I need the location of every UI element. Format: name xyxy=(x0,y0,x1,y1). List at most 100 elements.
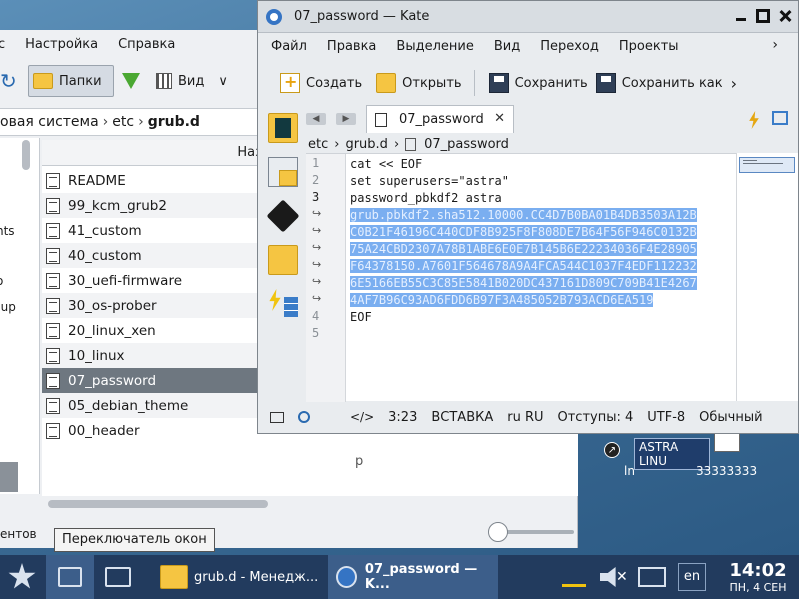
view-label: Вид xyxy=(178,73,205,89)
window-switcher-button[interactable] xyxy=(46,555,94,599)
forward-icon[interactable]: ▶ xyxy=(336,113,356,125)
tab-close-icon[interactable]: ✕ xyxy=(494,111,505,126)
code-line-selected: grub.pbkdf2.sha512.10000.CC4D7B0BA01B4DB… xyxy=(350,208,697,222)
desktop-icon-document[interactable]: 33333333 xyxy=(696,428,766,488)
breadcrumb-etc[interactable]: etc xyxy=(308,137,328,152)
search-icon[interactable] xyxy=(298,411,310,423)
breadcrumb-grubd[interactable]: grub.d xyxy=(345,137,387,152)
task-kate[interactable]: 07_password — K... xyxy=(328,555,498,599)
split-view-icon[interactable] xyxy=(772,111,788,125)
places-selected-item[interactable] xyxy=(0,462,18,492)
path-segment-etc[interactable]: etc xyxy=(112,114,134,130)
terminal-icon[interactable] xyxy=(270,411,284,423)
show-desktop-button[interactable] xyxy=(98,555,138,599)
line-number: 3 xyxy=(312,190,320,204)
breadcrumb-separator-icon: › xyxy=(393,136,400,152)
close-button[interactable] xyxy=(778,9,792,23)
quick-open-icon[interactable] xyxy=(749,111,759,129)
text-file-icon xyxy=(46,422,60,439)
text-editor[interactable]: 1 2 3 ↪ ↪ ↪ ↪ ↪ ↪ 4 5 cat << EOF set superusers="a… xyxy=(306,153,736,402)
places-item-cut[interactable]: o xyxy=(0,274,3,288)
code-line-selected: 4AF7B96C93AD6FDD6B97F3A485052B793ACD6EA5… xyxy=(350,293,654,307)
git-icon[interactable] xyxy=(266,199,300,233)
line-number-gutter[interactable]: 1 2 3 ↪ ↪ ↪ ↪ ↪ ↪ 4 5 xyxy=(306,154,346,402)
encoding[interactable]: UTF-8 xyxy=(647,410,685,425)
code-line: cat << EOF xyxy=(350,157,423,171)
folders-button[interactable]: Папки xyxy=(28,65,114,97)
usb-icon[interactable] xyxy=(562,567,586,587)
tab-07-password[interactable]: 07_password ✕ xyxy=(366,105,514,133)
file-name: 00_header xyxy=(68,422,140,439)
file-name: 30_uefi-firmware xyxy=(68,272,183,289)
task-label: 07_password — K... xyxy=(364,562,478,592)
menu-projects[interactable]: Проекты xyxy=(609,39,689,54)
zoom-slider-handle[interactable] xyxy=(488,522,508,542)
breadcrumb: etc › grub.d › 07_password xyxy=(306,135,798,153)
code-icon[interactable]: </> xyxy=(350,410,374,424)
desktop-icon-astra[interactable]: ↗ ASTRA LINU ln xyxy=(590,428,710,488)
wrap-indicator-icon: ↪ xyxy=(312,275,322,288)
indentation-settings[interactable]: Отступы: 4 xyxy=(558,410,634,425)
input-mode[interactable]: ВСТАВКА xyxy=(431,410,493,425)
text-file-icon xyxy=(46,197,60,214)
new-button[interactable]: Создать xyxy=(280,72,363,93)
menu-selection[interactable]: Выделение xyxy=(386,39,483,54)
minimap[interactable] xyxy=(736,153,798,401)
windows-icon xyxy=(58,567,82,587)
menu-file[interactable]: Файл xyxy=(258,39,317,54)
menu-view[interactable]: Вид xyxy=(484,39,530,54)
start-menu-star-icon[interactable] xyxy=(8,563,36,589)
code-area[interactable]: cat << EOF set superusers="astra" passwo… xyxy=(350,156,697,343)
code-line-selected: F64378150.A7601F564678A9A4FCA544C1037F4E… xyxy=(350,259,697,273)
kate-menubar: Файл Правка Выделение Вид Переход Проект… xyxy=(258,35,798,57)
reload-icon[interactable]: ↻ xyxy=(0,66,18,96)
path-segment-filesystem[interactable]: овая система xyxy=(0,114,99,130)
filesystem-browser-icon[interactable] xyxy=(268,245,298,275)
cursor-position[interactable]: 3:23 xyxy=(388,410,417,425)
save-as-button[interactable]: Сохранить как xyxy=(595,73,723,93)
documents-icon[interactable] xyxy=(268,113,298,143)
menu-item-help[interactable]: Справка xyxy=(108,37,185,52)
network-icon[interactable] xyxy=(638,567,666,587)
file-name: 99_kcm_grub2 xyxy=(68,197,167,214)
maximize-button[interactable] xyxy=(756,9,770,23)
back-icon[interactable]: ◀ xyxy=(306,113,326,125)
minimize-button[interactable] xyxy=(734,9,748,23)
chevron-right-icon[interactable]: › xyxy=(731,74,737,93)
clock-date: ПН, 4 СЕН xyxy=(729,581,787,594)
open-label: Открыть xyxy=(402,75,462,91)
syntax-mode[interactable]: Обычный xyxy=(699,410,762,425)
window-title: 07_password — Kate xyxy=(294,9,430,24)
window-switcher-tooltip: Переключатель окон xyxy=(54,528,215,552)
breadcrumb-file[interactable]: 07_password xyxy=(424,137,509,152)
places-scrollbar[interactable] xyxy=(22,140,30,170)
chevron-right-icon[interactable]: › xyxy=(762,37,788,53)
menu-go[interactable]: Переход xyxy=(530,39,609,54)
line-number: 2 xyxy=(312,173,320,187)
keyboard-layout-indicator[interactable]: en xyxy=(678,563,706,591)
wrap-indicator-icon: ↪ xyxy=(312,258,322,271)
menu-edit[interactable]: Правка xyxy=(317,39,386,54)
open-button[interactable]: Открыть xyxy=(376,73,462,93)
places-item-cut[interactable]: cup xyxy=(0,300,16,314)
horizontal-scrollbar[interactable] xyxy=(48,500,268,508)
save-button[interactable]: Сохранить xyxy=(488,73,588,93)
wrap-indicator-icon: ↪ xyxy=(312,207,322,220)
file-name: 07_password xyxy=(68,372,157,389)
view-button[interactable]: Вид ∨ xyxy=(156,73,228,89)
places-item-cut[interactable]: nts xyxy=(0,224,15,238)
clock[interactable]: 14:02 ПН, 4 СЕН xyxy=(718,561,798,595)
filter-icon[interactable] xyxy=(122,73,140,89)
task-file-manager[interactable]: grub.d - Менедж... xyxy=(152,555,322,599)
sessions-icon[interactable] xyxy=(268,157,298,187)
kate-titlebar[interactable]: 07_password — Kate xyxy=(258,1,798,33)
dictionary-language[interactable]: ru RU xyxy=(507,410,543,425)
save-as-label: Сохранить как xyxy=(621,75,723,91)
wrap-indicator-icon: ↪ xyxy=(312,292,322,305)
projects-icon[interactable] xyxy=(268,289,298,319)
new-label: Создать xyxy=(306,75,363,91)
line-number: 1 xyxy=(312,156,320,170)
menu-item-settings[interactable]: Настройка xyxy=(15,37,108,52)
path-segment-grubd[interactable]: grub.d xyxy=(148,114,200,130)
menu-item-edit[interactable]: с xyxy=(0,37,15,52)
